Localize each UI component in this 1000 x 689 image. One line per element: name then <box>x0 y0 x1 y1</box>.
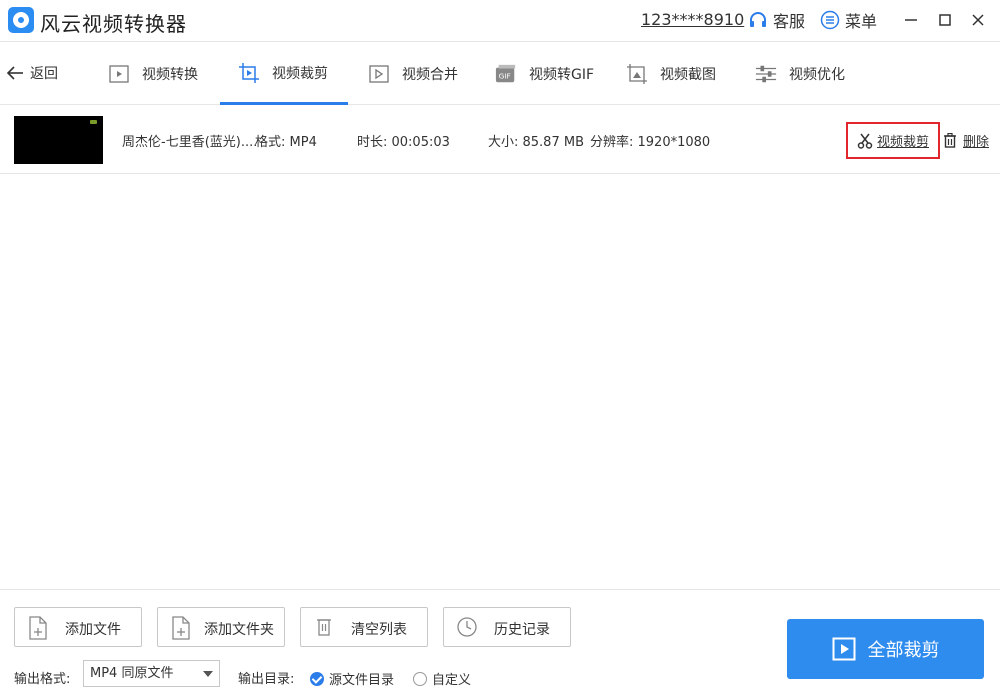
minimize-icon <box>905 19 917 21</box>
video-thumbnail <box>14 116 103 164</box>
play-box-icon <box>832 637 855 661</box>
file-resolution: 分辨率: 1920*1080 <box>590 135 711 150</box>
svg-text:GIF: GIF <box>499 72 511 81</box>
add-file-button[interactable]: 添加文件 <box>14 607 142 647</box>
gif-icon: GIF <box>495 63 517 85</box>
radio-custom-dir[interactable]: 自定义 <box>413 669 471 688</box>
file-format: 格式: MP4 <box>255 135 317 150</box>
app-logo-icon <box>8 7 34 33</box>
arrow-left-icon <box>6 66 23 80</box>
video-convert-icon <box>108 63 130 85</box>
support-button[interactable]: 客服 <box>748 9 805 31</box>
tab-video-merge[interactable]: 视频合并 <box>368 43 458 105</box>
output-format-label: 输出格式: <box>14 672 71 687</box>
tab-label: 视频转GIF <box>529 67 595 83</box>
history-label: 历史记录 <box>494 622 550 638</box>
delete-link[interactable]: 删除 <box>943 131 989 150</box>
maximize-button[interactable] <box>933 8 957 32</box>
app-title: 风云视频转换器 <box>40 12 187 36</box>
clock-icon <box>456 616 478 638</box>
radio-source-dir[interactable]: 源文件目录 <box>310 669 394 688</box>
tab-label: 视频截图 <box>660 67 716 83</box>
crop-all-label: 全部裁剪 <box>867 640 940 661</box>
output-dir-label: 输出目录: <box>238 672 295 687</box>
close-icon <box>972 14 984 26</box>
bottom-toolbar: 添加文件 添加文件夹 清空列表 历史记录 输出格式: MP4 同原文件 输出目录… <box>0 589 1000 689</box>
tab-label: 视频裁剪 <box>272 65 328 82</box>
file-list-row: 周杰伦-七里香(蓝光).... 格式: MP4 时长: 00:05:03 大小:… <box>0 106 1000 174</box>
menu-label: 菜单 <box>845 12 878 31</box>
video-crop-link[interactable]: 视频裁剪 <box>846 122 940 159</box>
radio-unchecked-icon <box>413 671 427 686</box>
tab-video-convert[interactable]: 视频转换 <box>108 43 198 105</box>
trash-icon <box>313 616 335 638</box>
add-folder-icon <box>170 616 192 640</box>
output-format-value: MP4 同原文件 <box>90 666 174 681</box>
account-link[interactable]: 123****8910 <box>641 10 744 29</box>
tab-video-screenshot[interactable]: 视频截图 <box>626 43 716 105</box>
file-name: 周杰伦-七里香(蓝光).... <box>122 135 258 150</box>
delete-label: 删除 <box>963 135 990 150</box>
tab-label: 视频转换 <box>142 67 198 83</box>
crop-all-button[interactable]: 全部裁剪 <box>787 619 984 679</box>
video-crop-icon <box>238 62 260 84</box>
file-size: 大小: 85.87 MB <box>488 135 584 150</box>
tab-label: 视频优化 <box>789 67 845 83</box>
trash-icon <box>944 133 956 148</box>
screenshot-icon <box>626 63 648 85</box>
minimize-button[interactable] <box>899 8 923 32</box>
optimize-icon <box>755 63 777 85</box>
chevron-down-icon <box>203 671 213 677</box>
clear-list-label: 清空列表 <box>351 622 407 638</box>
add-file-icon <box>27 616 49 640</box>
menu-icon <box>820 10 840 30</box>
radio-custom-label: 自定义 <box>432 673 472 688</box>
video-merge-icon <box>368 63 390 85</box>
tab-video-crop[interactable]: 视频裁剪 <box>220 43 348 105</box>
support-label: 客服 <box>773 12 806 31</box>
back-button[interactable]: 返回 <box>6 63 58 83</box>
output-format-select[interactable]: MP4 同原文件 <box>83 660 220 687</box>
tab-video-optimize[interactable]: 视频优化 <box>755 43 845 105</box>
radio-source-label: 源文件目录 <box>329 673 395 688</box>
tab-video-to-gif[interactable]: GIF 视频转GIF <box>495 43 594 105</box>
maximize-icon <box>939 14 951 26</box>
back-label: 返回 <box>30 66 58 82</box>
crop-link-label: 视频裁剪 <box>876 135 929 150</box>
radio-checked-icon <box>310 671 324 686</box>
headset-icon <box>750 12 766 27</box>
add-file-label: 添加文件 <box>65 622 121 638</box>
menu-button[interactable]: 菜单 <box>820 9 877 31</box>
close-button[interactable] <box>966 8 990 32</box>
scissors-icon <box>857 133 873 149</box>
add-folder-label: 添加文件夹 <box>204 622 274 638</box>
app-window: 风云视频转换器 123****8910 客服 菜单 返回 视频转换 视频裁剪 视… <box>0 0 1000 689</box>
add-folder-button[interactable]: 添加文件夹 <box>157 607 285 647</box>
function-tab-bar: 返回 视频转换 视频裁剪 视频合并 GIF 视频转GIF 视频截图 视频优化 <box>0 43 1000 105</box>
title-bar: 风云视频转换器 123****8910 客服 菜单 <box>0 0 1000 42</box>
tab-label: 视频合并 <box>402 67 458 83</box>
clear-list-button[interactable]: 清空列表 <box>300 607 428 647</box>
file-duration: 时长: 00:05:03 <box>357 135 450 150</box>
history-button[interactable]: 历史记录 <box>443 607 571 647</box>
